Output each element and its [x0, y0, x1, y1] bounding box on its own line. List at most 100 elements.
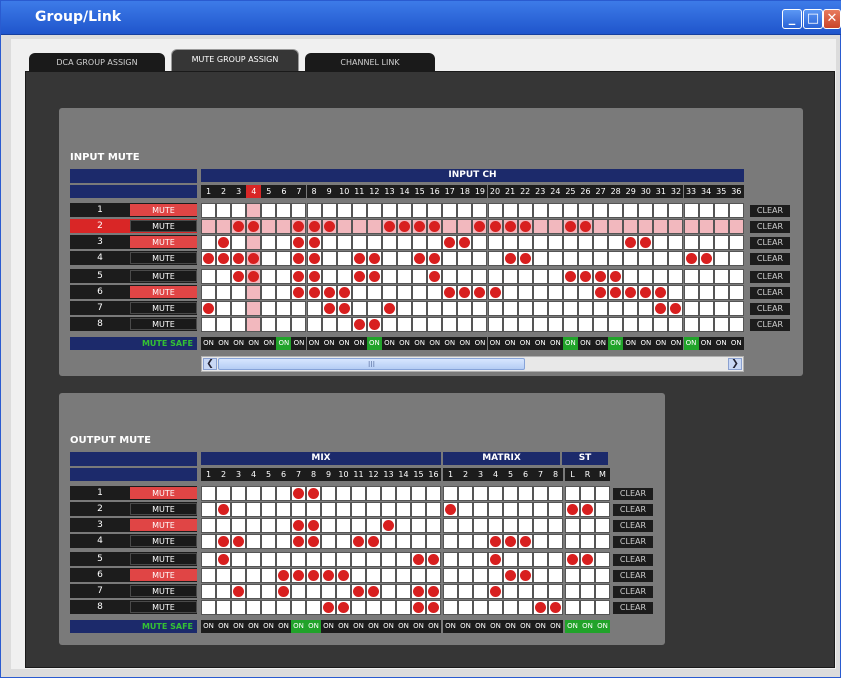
output-assign-cell[interactable]	[518, 584, 533, 599]
mute-group-row-label[interactable]: 3 MUTE	[70, 235, 197, 249]
output-assign-cell[interactable]	[565, 568, 580, 583]
mute-assign-cell[interactable]	[608, 235, 624, 250]
output-assign-cell[interactable]	[503, 584, 518, 599]
mute-assign-cell[interactable]	[517, 269, 533, 284]
output-assign-cell[interactable]	[580, 584, 595, 599]
mute-assign-cell[interactable]	[457, 301, 473, 316]
mute-assign-cell[interactable]	[532, 269, 548, 284]
mute-assign-cell[interactable]	[713, 235, 729, 250]
output-assign-cell[interactable]	[381, 568, 396, 583]
output-assign-cell[interactable]	[231, 584, 246, 599]
output-assign-cell[interactable]	[246, 534, 261, 549]
mute-assign-cell[interactable]	[593, 219, 609, 234]
output-mute-button[interactable]: MUTE	[130, 503, 197, 515]
output-assign-cell[interactable]	[443, 502, 458, 517]
mute-assign-cell[interactable]	[246, 251, 262, 266]
mute-assign-cell[interactable]	[442, 219, 458, 234]
output-mute-safe-button[interactable]: ON	[381, 620, 396, 633]
output-assign-cell[interactable]	[473, 518, 488, 533]
mute-assign-cell[interactable]	[487, 203, 503, 218]
mute-assign-cell[interactable]	[517, 285, 533, 300]
mute-assign-cell[interactable]	[231, 301, 247, 316]
mute-assign-cell[interactable]	[261, 251, 277, 266]
mute-assign-cell[interactable]	[502, 317, 518, 332]
clear-button[interactable]: CLEAR	[750, 205, 790, 217]
mute-assign-cell[interactable]	[713, 269, 729, 284]
mute-assign-cell[interactable]	[578, 203, 593, 218]
mute-assign-cell[interactable]	[487, 251, 503, 266]
output-mute-row-label[interactable]: 6 MUTE	[70, 568, 197, 582]
mute-assign-cell[interactable]	[336, 251, 352, 266]
mute-assign-cell[interactable]	[502, 269, 518, 284]
output-mute-safe-button[interactable]: ON	[533, 620, 548, 633]
output-assign-cell[interactable]	[306, 584, 321, 599]
output-assign-cell[interactable]	[473, 600, 488, 615]
output-assign-cell[interactable]	[411, 486, 426, 501]
mute-assign-cell[interactable]	[457, 251, 473, 266]
mute-assign-cell[interactable]	[321, 251, 337, 266]
output-assign-cell[interactable]	[381, 518, 396, 533]
output-assign-cell[interactable]	[473, 534, 488, 549]
tab-dca-group-assign[interactable]: DCA GROUP ASSIGN	[29, 53, 165, 73]
output-mute-safe-button[interactable]: ON	[291, 620, 306, 633]
output-assign-cell[interactable]	[411, 534, 426, 549]
output-assign-cell[interactable]	[351, 502, 366, 517]
output-assign-cell[interactable]	[503, 568, 518, 583]
mute-assign-cell[interactable]	[427, 269, 443, 284]
output-assign-cell[interactable]	[518, 568, 533, 583]
mute-assign-cell[interactable]	[366, 203, 382, 218]
mute-group-row-label[interactable]: 1 MUTE	[70, 203, 197, 217]
output-assign-cell[interactable]	[276, 502, 291, 517]
mute-safe-button[interactable]: ON	[532, 337, 548, 350]
mute-safe-button[interactable]: ON	[201, 337, 216, 350]
mute-assign-cell[interactable]	[321, 219, 337, 234]
mute-assign-cell[interactable]	[472, 269, 488, 284]
mute-assign-cell[interactable]	[442, 269, 458, 284]
mute-assign-cell[interactable]	[608, 251, 624, 266]
mute-assign-cell[interactable]	[532, 219, 548, 234]
output-assign-cell[interactable]	[548, 518, 563, 533]
clear-button[interactable]: CLEAR	[750, 253, 790, 265]
output-assign-cell[interactable]	[396, 552, 411, 567]
mute-assign-cell[interactable]	[381, 269, 397, 284]
mute-assign-cell[interactable]	[457, 219, 473, 234]
mute-assign-cell[interactable]	[216, 285, 232, 300]
output-assign-cell[interactable]	[201, 486, 216, 501]
output-assign-cell[interactable]	[426, 502, 441, 517]
output-mute-safe-button[interactable]: ON	[503, 620, 518, 633]
mute-assign-cell[interactable]	[683, 317, 699, 332]
mute-assign-cell[interactable]	[366, 285, 382, 300]
output-mute-safe-button[interactable]: ON	[351, 620, 366, 633]
mute-assign-cell[interactable]	[532, 285, 548, 300]
output-assign-cell[interactable]	[458, 486, 473, 501]
output-assign-cell[interactable]	[443, 600, 458, 615]
output-assign-cell[interactable]	[565, 584, 580, 599]
mute-assign-cell[interactable]	[276, 219, 292, 234]
output-assign-cell[interactable]	[595, 584, 610, 599]
output-assign-cell[interactable]	[291, 486, 306, 501]
output-assign-cell[interactable]	[306, 502, 321, 517]
mute-assign-cell[interactable]	[532, 317, 548, 332]
mute-assign-cell[interactable]	[336, 285, 352, 300]
output-assign-cell[interactable]	[595, 502, 610, 517]
output-assign-cell[interactable]	[443, 584, 458, 599]
mute-assign-cell[interactable]	[653, 301, 669, 316]
output-assign-cell[interactable]	[518, 534, 533, 549]
output-mute-safe-button[interactable]: ON	[201, 620, 216, 633]
output-assign-cell[interactable]	[595, 552, 610, 567]
output-assign-cell[interactable]	[396, 584, 411, 599]
mute-assign-cell[interactable]	[427, 251, 443, 266]
output-assign-cell[interactable]	[276, 568, 291, 583]
output-assign-cell[interactable]	[291, 568, 306, 583]
mute-assign-cell[interactable]	[412, 317, 428, 332]
mute-assign-cell[interactable]	[593, 269, 609, 284]
mute-assign-cell[interactable]	[336, 301, 352, 316]
mute-assign-cell[interactable]	[321, 301, 337, 316]
mute-assign-cell[interactable]	[261, 269, 277, 284]
output-assign-cell[interactable]	[443, 552, 458, 567]
mute-assign-cell[interactable]	[547, 285, 563, 300]
mute-assign-cell[interactable]	[442, 203, 458, 218]
output-assign-cell[interactable]	[580, 518, 595, 533]
output-assign-cell[interactable]	[533, 552, 548, 567]
mute-assign-cell[interactable]	[201, 251, 216, 266]
